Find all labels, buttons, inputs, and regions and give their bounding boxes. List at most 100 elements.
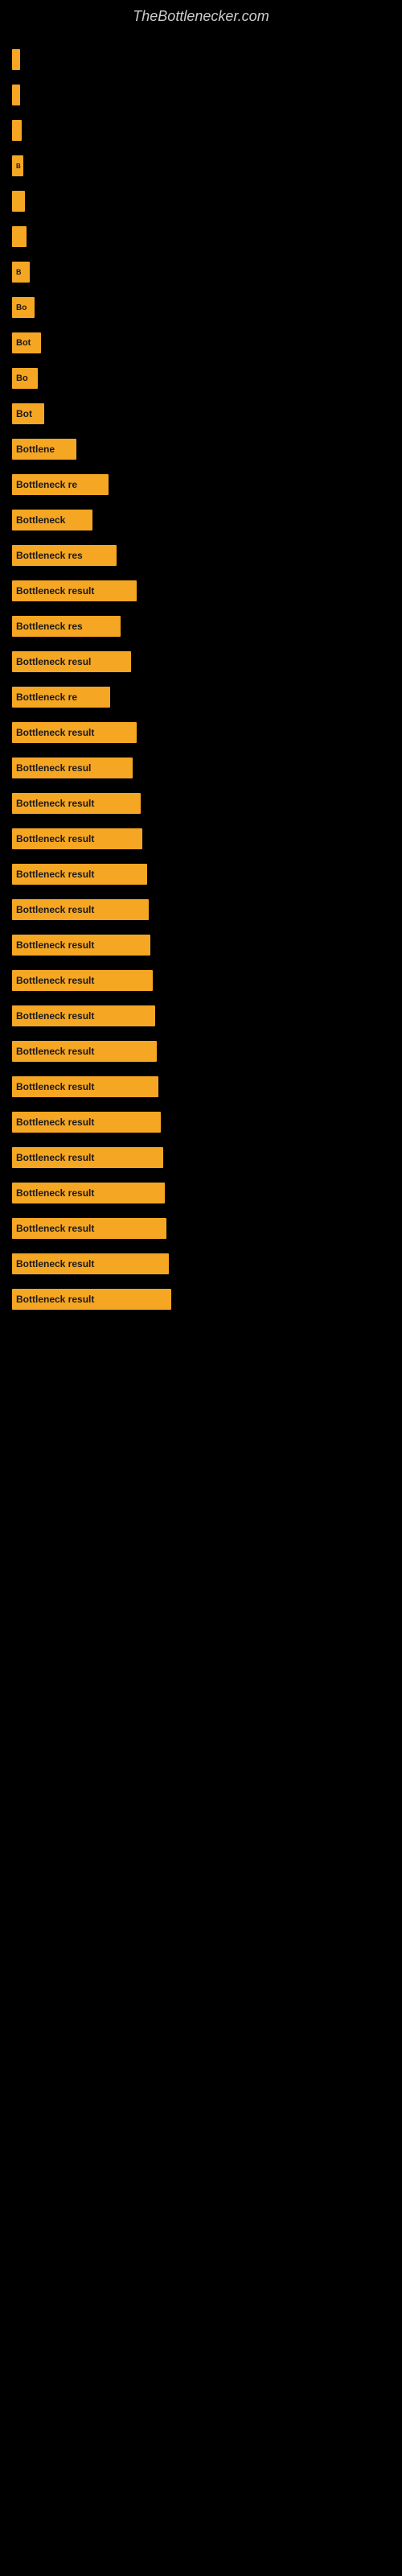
- chart-row-14: Bottleneck: [12, 510, 390, 530]
- chart-row-27: Bottleneck result: [12, 970, 390, 991]
- chart-row-30: Bottleneck result: [12, 1076, 390, 1097]
- site-title: TheBottlenecker.com: [0, 0, 402, 41]
- bar-18: Bottleneck resul: [12, 651, 131, 672]
- bar-14: Bottleneck: [12, 510, 92, 530]
- bar-36: Bottleneck result: [12, 1289, 171, 1310]
- chart-row-19: Bottleneck re: [12, 687, 390, 708]
- bar-24: Bottleneck result: [12, 864, 147, 885]
- bar-9: Bot: [12, 332, 41, 353]
- bar-27: Bottleneck result: [12, 970, 153, 991]
- chart-row-16: Bottleneck result: [12, 580, 390, 601]
- chart-row-17: Bottleneck res: [12, 616, 390, 637]
- bar-label-18: Bottleneck resul: [16, 656, 91, 667]
- chart-row-11: Bot: [12, 403, 390, 424]
- bar-label-30: Bottleneck result: [16, 1081, 94, 1092]
- bar-label-12: Bottlene: [16, 444, 55, 455]
- chart-row-32: Bottleneck result: [12, 1147, 390, 1168]
- bar-label-9: Bot: [16, 338, 31, 348]
- bar-label-24: Bottleneck result: [16, 869, 94, 880]
- bar-3: [12, 120, 22, 141]
- bar-34: Bottleneck result: [12, 1218, 166, 1239]
- bar-22: Bottleneck result: [12, 793, 141, 814]
- chart-row-12: Bottlene: [12, 439, 390, 460]
- chart-row-20: Bottleneck result: [12, 722, 390, 743]
- bar-label-29: Bottleneck result: [16, 1046, 94, 1057]
- bar-13: Bottleneck re: [12, 474, 109, 495]
- chart-row-13: Bottleneck re: [12, 474, 390, 495]
- bar-label-17: Bottleneck res: [16, 621, 83, 632]
- site-header: TheBottlenecker.com: [0, 0, 402, 41]
- bar-label-27: Bottleneck result: [16, 975, 94, 986]
- bar-7: B: [12, 262, 30, 283]
- chart-row-35: Bottleneck result: [12, 1253, 390, 1274]
- bar-label-11: Bot: [16, 408, 32, 419]
- chart-row-8: Bo: [12, 297, 390, 318]
- bar-label-20: Bottleneck result: [16, 727, 94, 738]
- chart-row-24: Bottleneck result: [12, 864, 390, 885]
- bar-21: Bottleneck resul: [12, 758, 133, 778]
- chart-row-29: Bottleneck result: [12, 1041, 390, 1062]
- bar-1: [12, 49, 20, 70]
- chart-row-31: Bottleneck result: [12, 1112, 390, 1133]
- bar-label-26: Bottleneck result: [16, 939, 94, 951]
- bar-6: [12, 226, 27, 247]
- bar-20: Bottleneck result: [12, 722, 137, 743]
- bar-17: Bottleneck res: [12, 616, 121, 637]
- bar-29: Bottleneck result: [12, 1041, 157, 1062]
- bar-12: Bottlene: [12, 439, 76, 460]
- bar-30: Bottleneck result: [12, 1076, 158, 1097]
- chart-row-6: [12, 226, 390, 247]
- chart-row-1: [12, 49, 390, 70]
- bar-label-34: Bottleneck result: [16, 1223, 94, 1234]
- bar-label-13: Bottleneck re: [16, 479, 77, 490]
- bar-label-36: Bottleneck result: [16, 1294, 94, 1305]
- bar-label-32: Bottleneck result: [16, 1152, 94, 1163]
- chart-row-18: Bottleneck resul: [12, 651, 390, 672]
- bar-label-25: Bottleneck result: [16, 904, 94, 915]
- chart-row-7: B: [12, 262, 390, 283]
- chart-row-34: Bottleneck result: [12, 1218, 390, 1239]
- bar-23: Bottleneck result: [12, 828, 142, 849]
- chart-row-23: Bottleneck result: [12, 828, 390, 849]
- bar-32: Bottleneck result: [12, 1147, 163, 1168]
- chart-row-28: Bottleneck result: [12, 1005, 390, 1026]
- bar-26: Bottleneck result: [12, 935, 150, 956]
- bar-5: [12, 191, 25, 212]
- bar-28: Bottleneck result: [12, 1005, 155, 1026]
- chart-row-10: Bo: [12, 368, 390, 389]
- bar-label-33: Bottleneck result: [16, 1187, 94, 1199]
- chart-row-21: Bottleneck resul: [12, 758, 390, 778]
- bar-label-22: Bottleneck result: [16, 798, 94, 809]
- bar-label-4: B: [16, 163, 21, 170]
- bar-label-15: Bottleneck res: [16, 550, 83, 561]
- bar-4: B: [12, 155, 23, 176]
- chart-row-4: B: [12, 155, 390, 176]
- bar-label-28: Bottleneck result: [16, 1010, 94, 1022]
- bar-33: Bottleneck result: [12, 1183, 165, 1203]
- bar-31: Bottleneck result: [12, 1112, 161, 1133]
- bar-label-23: Bottleneck result: [16, 833, 94, 844]
- bar-19: Bottleneck re: [12, 687, 110, 708]
- bar-11: Bot: [12, 403, 44, 424]
- chart-row-5: [12, 191, 390, 212]
- bar-16: Bottleneck result: [12, 580, 137, 601]
- chart-row-25: Bottleneck result: [12, 899, 390, 920]
- bar-label-35: Bottleneck result: [16, 1258, 94, 1269]
- bar-label-10: Bo: [16, 374, 28, 383]
- bar-2: [12, 85, 20, 105]
- bar-label-21: Bottleneck resul: [16, 762, 91, 774]
- bar-label-8: Bo: [16, 303, 27, 312]
- chart-row-22: Bottleneck result: [12, 793, 390, 814]
- chart-row-36: Bottleneck result: [12, 1289, 390, 1310]
- bar-label-14: Bottleneck: [16, 514, 65, 526]
- bar-label-7: B: [16, 268, 22, 276]
- bar-15: Bottleneck res: [12, 545, 117, 566]
- bar-label-19: Bottleneck re: [16, 691, 77, 703]
- chart-row-2: [12, 85, 390, 105]
- chart-row-9: Bot: [12, 332, 390, 353]
- bar-25: Bottleneck result: [12, 899, 149, 920]
- bar-label-31: Bottleneck result: [16, 1117, 94, 1128]
- chart-row-3: [12, 120, 390, 141]
- chart-row-33: Bottleneck result: [12, 1183, 390, 1203]
- bar-label-16: Bottleneck result: [16, 585, 94, 597]
